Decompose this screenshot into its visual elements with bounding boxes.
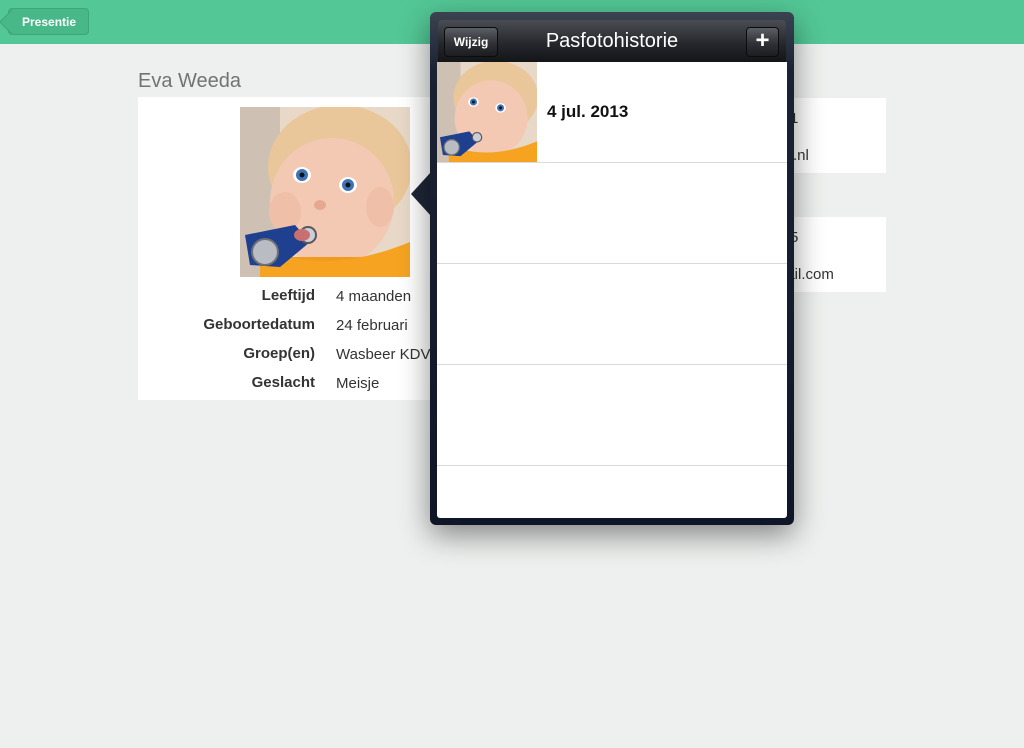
age-value: 4 maanden xyxy=(336,288,412,305)
child-name: Eva Weeda xyxy=(138,70,242,92)
birthdate-value: 24 februari xyxy=(336,317,408,334)
age-label: Leeftijd xyxy=(261,287,315,304)
add-photo-button[interactable]: + xyxy=(746,27,779,57)
edit-button[interactable]: Wijzig xyxy=(444,27,498,57)
gender-value: Meisje xyxy=(336,375,380,392)
baby-photo-image xyxy=(240,107,410,277)
photo-date: 4 jul. 2013 xyxy=(547,102,629,121)
empty-list-row xyxy=(437,264,787,365)
gender-label: Geslacht xyxy=(251,374,315,391)
back-button[interactable]: Presentie xyxy=(8,8,90,35)
child-photo[interactable] xyxy=(240,107,410,277)
groups-value: Wasbeer KDV xyxy=(336,346,431,363)
birthdate-label: Geboortedatum xyxy=(203,316,315,333)
empty-list-row xyxy=(437,163,787,264)
groups-label: Groep(en) xyxy=(243,345,315,362)
baby-thumbnail-image xyxy=(437,62,537,162)
photo-history-list: 4 jul. 2013 xyxy=(437,62,787,518)
back-button-label: Presentie xyxy=(22,15,77,29)
popover-arrow xyxy=(411,172,431,216)
photo-history-row[interactable]: 4 jul. 2013 xyxy=(437,62,787,163)
empty-list-row xyxy=(437,365,787,466)
popover-header: Pasfotohistorie Wijzig + xyxy=(438,20,786,68)
photo-thumbnail xyxy=(437,62,537,162)
